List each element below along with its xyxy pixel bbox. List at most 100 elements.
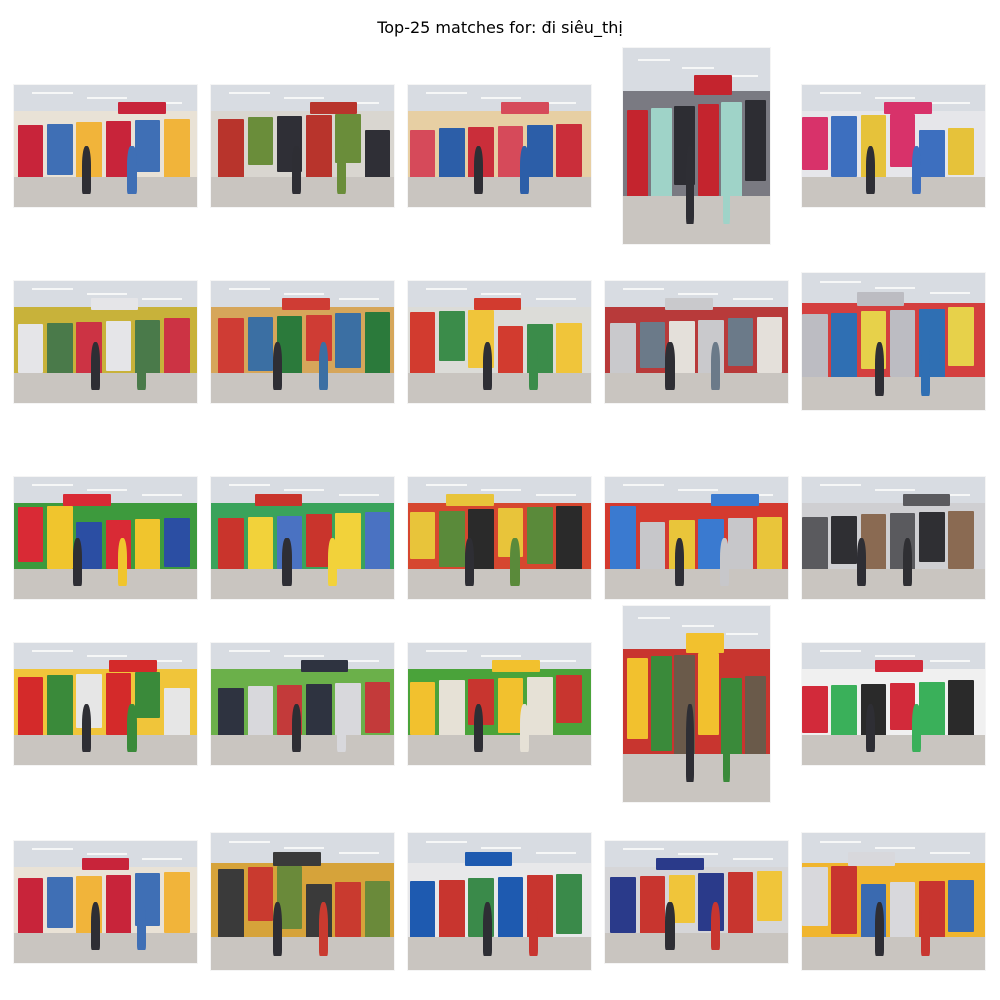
scene-floor — [14, 569, 197, 599]
result-cell[interactable] — [211, 446, 394, 629]
scene-floor — [408, 373, 591, 403]
result-cell[interactable] — [211, 612, 394, 795]
result-cell[interactable] — [14, 446, 197, 629]
result-cell[interactable] — [605, 605, 788, 802]
result-cell[interactable] — [211, 810, 394, 993]
scene-shelf — [335, 513, 362, 575]
result-thumbnail[interactable] — [211, 476, 394, 599]
scene-floor — [802, 569, 985, 599]
result-thumbnail[interactable] — [211, 280, 394, 403]
result-cell[interactable] — [14, 810, 197, 993]
scene-person — [711, 901, 721, 951]
result-thumbnail[interactable] — [14, 840, 197, 963]
result-cell[interactable] — [408, 250, 591, 433]
scene-light — [820, 649, 861, 652]
scene-floor — [802, 377, 985, 410]
scene-light — [875, 654, 916, 657]
result-thumbnail[interactable] — [211, 833, 394, 970]
scene-floor — [802, 177, 985, 207]
result-thumbnail[interactable] — [211, 642, 394, 765]
result-thumbnail[interactable] — [408, 476, 591, 599]
scene-shelf — [164, 872, 190, 934]
scene-light — [339, 852, 380, 855]
result-thumbnail[interactable] — [605, 280, 788, 403]
scene-light — [875, 846, 916, 849]
scene-sign — [63, 493, 111, 506]
result-cell[interactable] — [605, 446, 788, 629]
scene-light — [229, 483, 270, 486]
scene-shelf — [727, 318, 754, 366]
scene-person — [127, 145, 137, 195]
scene-person — [875, 341, 885, 397]
scene-floor — [211, 373, 394, 403]
result-thumbnail[interactable] — [408, 280, 591, 403]
result-thumbnail[interactable] — [802, 476, 985, 599]
scene-shelf — [639, 521, 666, 575]
scene-shelf — [697, 104, 719, 197]
scene-person — [686, 703, 694, 782]
scene-person — [81, 145, 91, 195]
result-cell[interactable] — [408, 54, 591, 237]
result-cell[interactable] — [14, 612, 197, 795]
scene-light — [284, 846, 325, 849]
scene-light — [536, 659, 577, 662]
scene-shelf — [697, 652, 719, 735]
result-thumbnail[interactable] — [408, 642, 591, 765]
scene-light — [32, 847, 73, 850]
scene-light — [284, 96, 325, 99]
result-cell[interactable] — [802, 250, 985, 433]
scene-sign — [665, 297, 713, 310]
result-thumbnail[interactable] — [14, 280, 197, 403]
scene-light — [426, 91, 467, 94]
result-cell[interactable] — [802, 810, 985, 993]
result-cell[interactable] — [605, 810, 788, 993]
scene-shelf — [889, 309, 916, 378]
scene-floor — [408, 735, 591, 765]
result-cell[interactable] — [211, 250, 394, 433]
scene-sign — [273, 852, 321, 866]
result-thumbnail[interactable] — [408, 84, 591, 207]
result-thumbnail[interactable] — [211, 84, 394, 207]
scene-light — [229, 649, 270, 652]
result-thumbnail[interactable] — [802, 833, 985, 970]
scene-sign — [254, 493, 303, 506]
result-thumbnail[interactable] — [408, 833, 591, 970]
result-cell[interactable] — [14, 250, 197, 433]
result-cell[interactable] — [408, 612, 591, 795]
scene-shelf — [409, 511, 436, 560]
result-thumbnail[interactable] — [14, 642, 197, 765]
scene-person — [902, 537, 912, 587]
result-cell[interactable] — [408, 810, 591, 993]
scene-shelf — [164, 517, 190, 567]
scene-shelf — [335, 882, 362, 938]
result-thumbnail[interactable] — [623, 47, 770, 244]
scene-shelf — [831, 515, 857, 565]
result-thumbnail[interactable] — [605, 476, 788, 599]
result-cell[interactable] — [802, 446, 985, 629]
result-cell[interactable] — [802, 612, 985, 795]
result-cell[interactable] — [14, 54, 197, 237]
scene-shelf — [610, 505, 637, 575]
result-cell[interactable] — [408, 446, 591, 629]
result-thumbnail[interactable] — [14, 476, 197, 599]
result-thumbnail[interactable] — [802, 273, 985, 410]
scene-light — [32, 483, 73, 486]
scene-light — [820, 483, 861, 486]
scene-shelf — [745, 100, 766, 181]
result-thumbnail[interactable] — [14, 84, 197, 207]
scene-light — [284, 292, 325, 295]
scene-shelf — [218, 517, 244, 570]
result-cell[interactable] — [605, 47, 788, 244]
result-thumbnail[interactable] — [623, 605, 770, 802]
scene-light — [481, 292, 522, 295]
scene-shelf — [831, 865, 857, 935]
result-cell[interactable] — [802, 54, 985, 237]
result-thumbnail[interactable] — [802, 84, 985, 207]
result-thumbnail[interactable] — [802, 642, 985, 765]
result-thumbnail[interactable] — [605, 840, 788, 963]
result-cell[interactable] — [211, 54, 394, 237]
scene-light — [875, 488, 916, 491]
scene-shelf — [831, 685, 857, 741]
result-cell[interactable] — [605, 250, 788, 433]
scene-person — [875, 901, 885, 957]
